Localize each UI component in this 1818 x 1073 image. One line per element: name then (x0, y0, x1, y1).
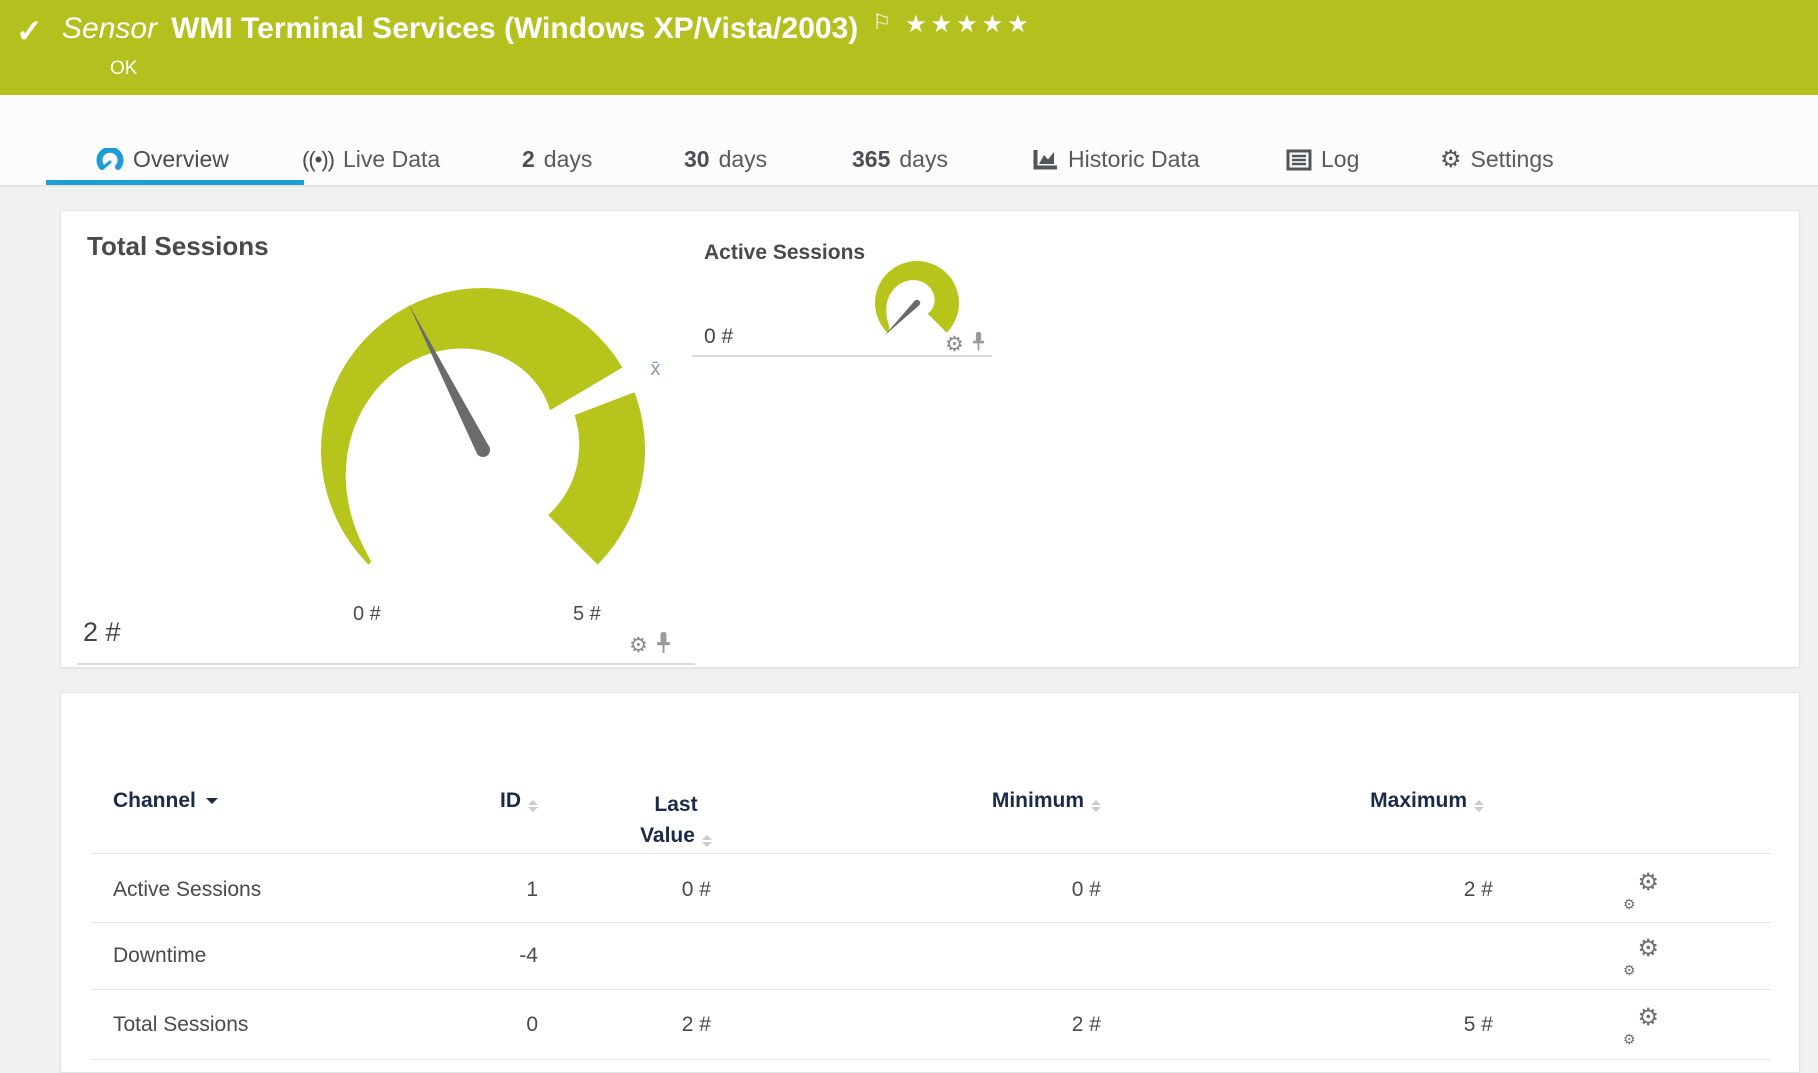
tab-live-data[interactable]: ((•)) Live Data (302, 146, 440, 173)
channel-name-link[interactable]: Active Sessions (113, 878, 261, 902)
tab-label: Live Data (343, 146, 440, 173)
gauge-title-active-sessions: Active Sessions (704, 241, 865, 265)
tab-number: 2 (522, 146, 535, 173)
sort-arrows-icon[interactable] (1091, 800, 1101, 812)
tab-label: days (719, 146, 768, 173)
cell-id: -4 (438, 944, 538, 968)
channel-name-link[interactable]: Downtime (113, 944, 206, 968)
active-sessions-value: 0 # (704, 325, 733, 349)
sort-caret-down-icon (206, 798, 218, 810)
column-header-id[interactable]: ID (438, 789, 538, 813)
channel-settings-gears-icon[interactable]: ⚙⚙ (1621, 875, 1681, 915)
tab-number: 365 (852, 146, 890, 173)
tab-365-days[interactable]: 365 days (852, 146, 948, 173)
channel-name-link[interactable]: Total Sessions (113, 1013, 248, 1037)
gauge-max-label: 5 # (573, 603, 601, 626)
channels-table-panel: Channel ID Last Value Minimum Maximum Ac… (60, 692, 1800, 1073)
tab-label: days (899, 146, 948, 173)
priority-stars[interactable]: ★★★★★ (905, 10, 1033, 39)
table-divider (91, 922, 1771, 923)
tab-label: Log (1321, 146, 1359, 173)
cell-id: 0 (438, 1013, 538, 1037)
cell-id: 1 (438, 878, 538, 902)
channel-settings-gears-icon[interactable]: ⚙⚙ (1621, 941, 1681, 981)
settings-gear-icon: ⚙ (1440, 148, 1462, 172)
total-sessions-gauge: x̄ (211, 251, 771, 611)
table-divider (91, 989, 1771, 990)
gauge-min-label: 0 # (353, 603, 381, 626)
cell-minimum: 2 # (961, 1013, 1101, 1037)
tab-label: Settings (1471, 146, 1554, 173)
sensor-header: ✓ Sensor WMI Terminal Services (Windows … (0, 0, 1818, 95)
channel-gear-icon[interactable]: ⚙ (945, 334, 964, 355)
tab-settings[interactable]: ⚙ Settings (1440, 146, 1554, 173)
cell-maximum: 2 # (1353, 878, 1493, 902)
table-divider (91, 853, 1771, 854)
tab-log[interactable]: Log (1286, 146, 1359, 173)
sort-arrows-icon[interactable] (702, 835, 712, 847)
header-label: Minimum (992, 789, 1084, 812)
channel-gear-icon[interactable]: ⚙ (629, 635, 648, 656)
tab-label: Overview (133, 146, 229, 173)
header-label: Last (601, 789, 751, 820)
header-label: Value (640, 824, 695, 847)
tab-overview[interactable]: Overview (96, 146, 229, 173)
tab-label: Historic Data (1068, 146, 1200, 173)
tab-number: 30 (684, 146, 710, 173)
status-badge: OK (110, 58, 137, 80)
live-data-icon: ((•)) (302, 147, 334, 173)
pin-icon[interactable] (971, 331, 986, 357)
page-title: WMI Terminal Services (Windows XP/Vista/… (171, 10, 858, 46)
table-divider (91, 1059, 1771, 1060)
svg-text:x̄: x̄ (651, 358, 661, 380)
header-label: ID (500, 789, 521, 812)
historic-data-icon (1032, 148, 1059, 171)
tab-bar: Overview ((•)) Live Data 2 days 30 days … (0, 95, 1818, 187)
column-header-minimum[interactable]: Minimum (921, 789, 1101, 813)
cell-maximum: 5 # (1353, 1013, 1493, 1037)
gauge-underline (77, 663, 695, 665)
header-label: Maximum (1370, 789, 1467, 812)
tab-2-days[interactable]: 2 days (522, 146, 592, 173)
tab-30-days[interactable]: 30 days (684, 146, 767, 173)
sort-arrows-icon[interactable] (1474, 800, 1484, 812)
cell-last-value: 2 # (581, 1013, 711, 1037)
gauge-underline (692, 355, 992, 357)
column-header-last-value[interactable]: Last Value (601, 789, 751, 851)
header-label: Channel (113, 789, 196, 813)
sort-arrows-icon[interactable] (528, 800, 538, 812)
column-header-maximum[interactable]: Maximum (1304, 789, 1484, 813)
tab-label: days (544, 146, 593, 173)
gauge-icon (96, 148, 124, 172)
tabbar-divider (0, 185, 1818, 187)
flag-icon[interactable]: ⚐ (872, 10, 891, 35)
object-kind-label: Sensor (62, 10, 157, 46)
column-header-channel[interactable]: Channel (113, 789, 218, 813)
gauges-panel: Total Sessions x̄ 0 # 5 # 2 # ⚙ Active S… (60, 210, 1800, 668)
total-sessions-value: 2 # (83, 617, 121, 648)
status-check-icon: ✓ (16, 12, 43, 50)
cell-last-value: 0 # (581, 878, 711, 902)
pin-icon[interactable] (655, 631, 672, 660)
log-icon (1286, 149, 1312, 171)
tab-historic-data[interactable]: Historic Data (1032, 146, 1200, 173)
cell-minimum: 0 # (961, 878, 1101, 902)
channel-settings-gears-icon[interactable]: ⚙⚙ (1621, 1010, 1681, 1050)
